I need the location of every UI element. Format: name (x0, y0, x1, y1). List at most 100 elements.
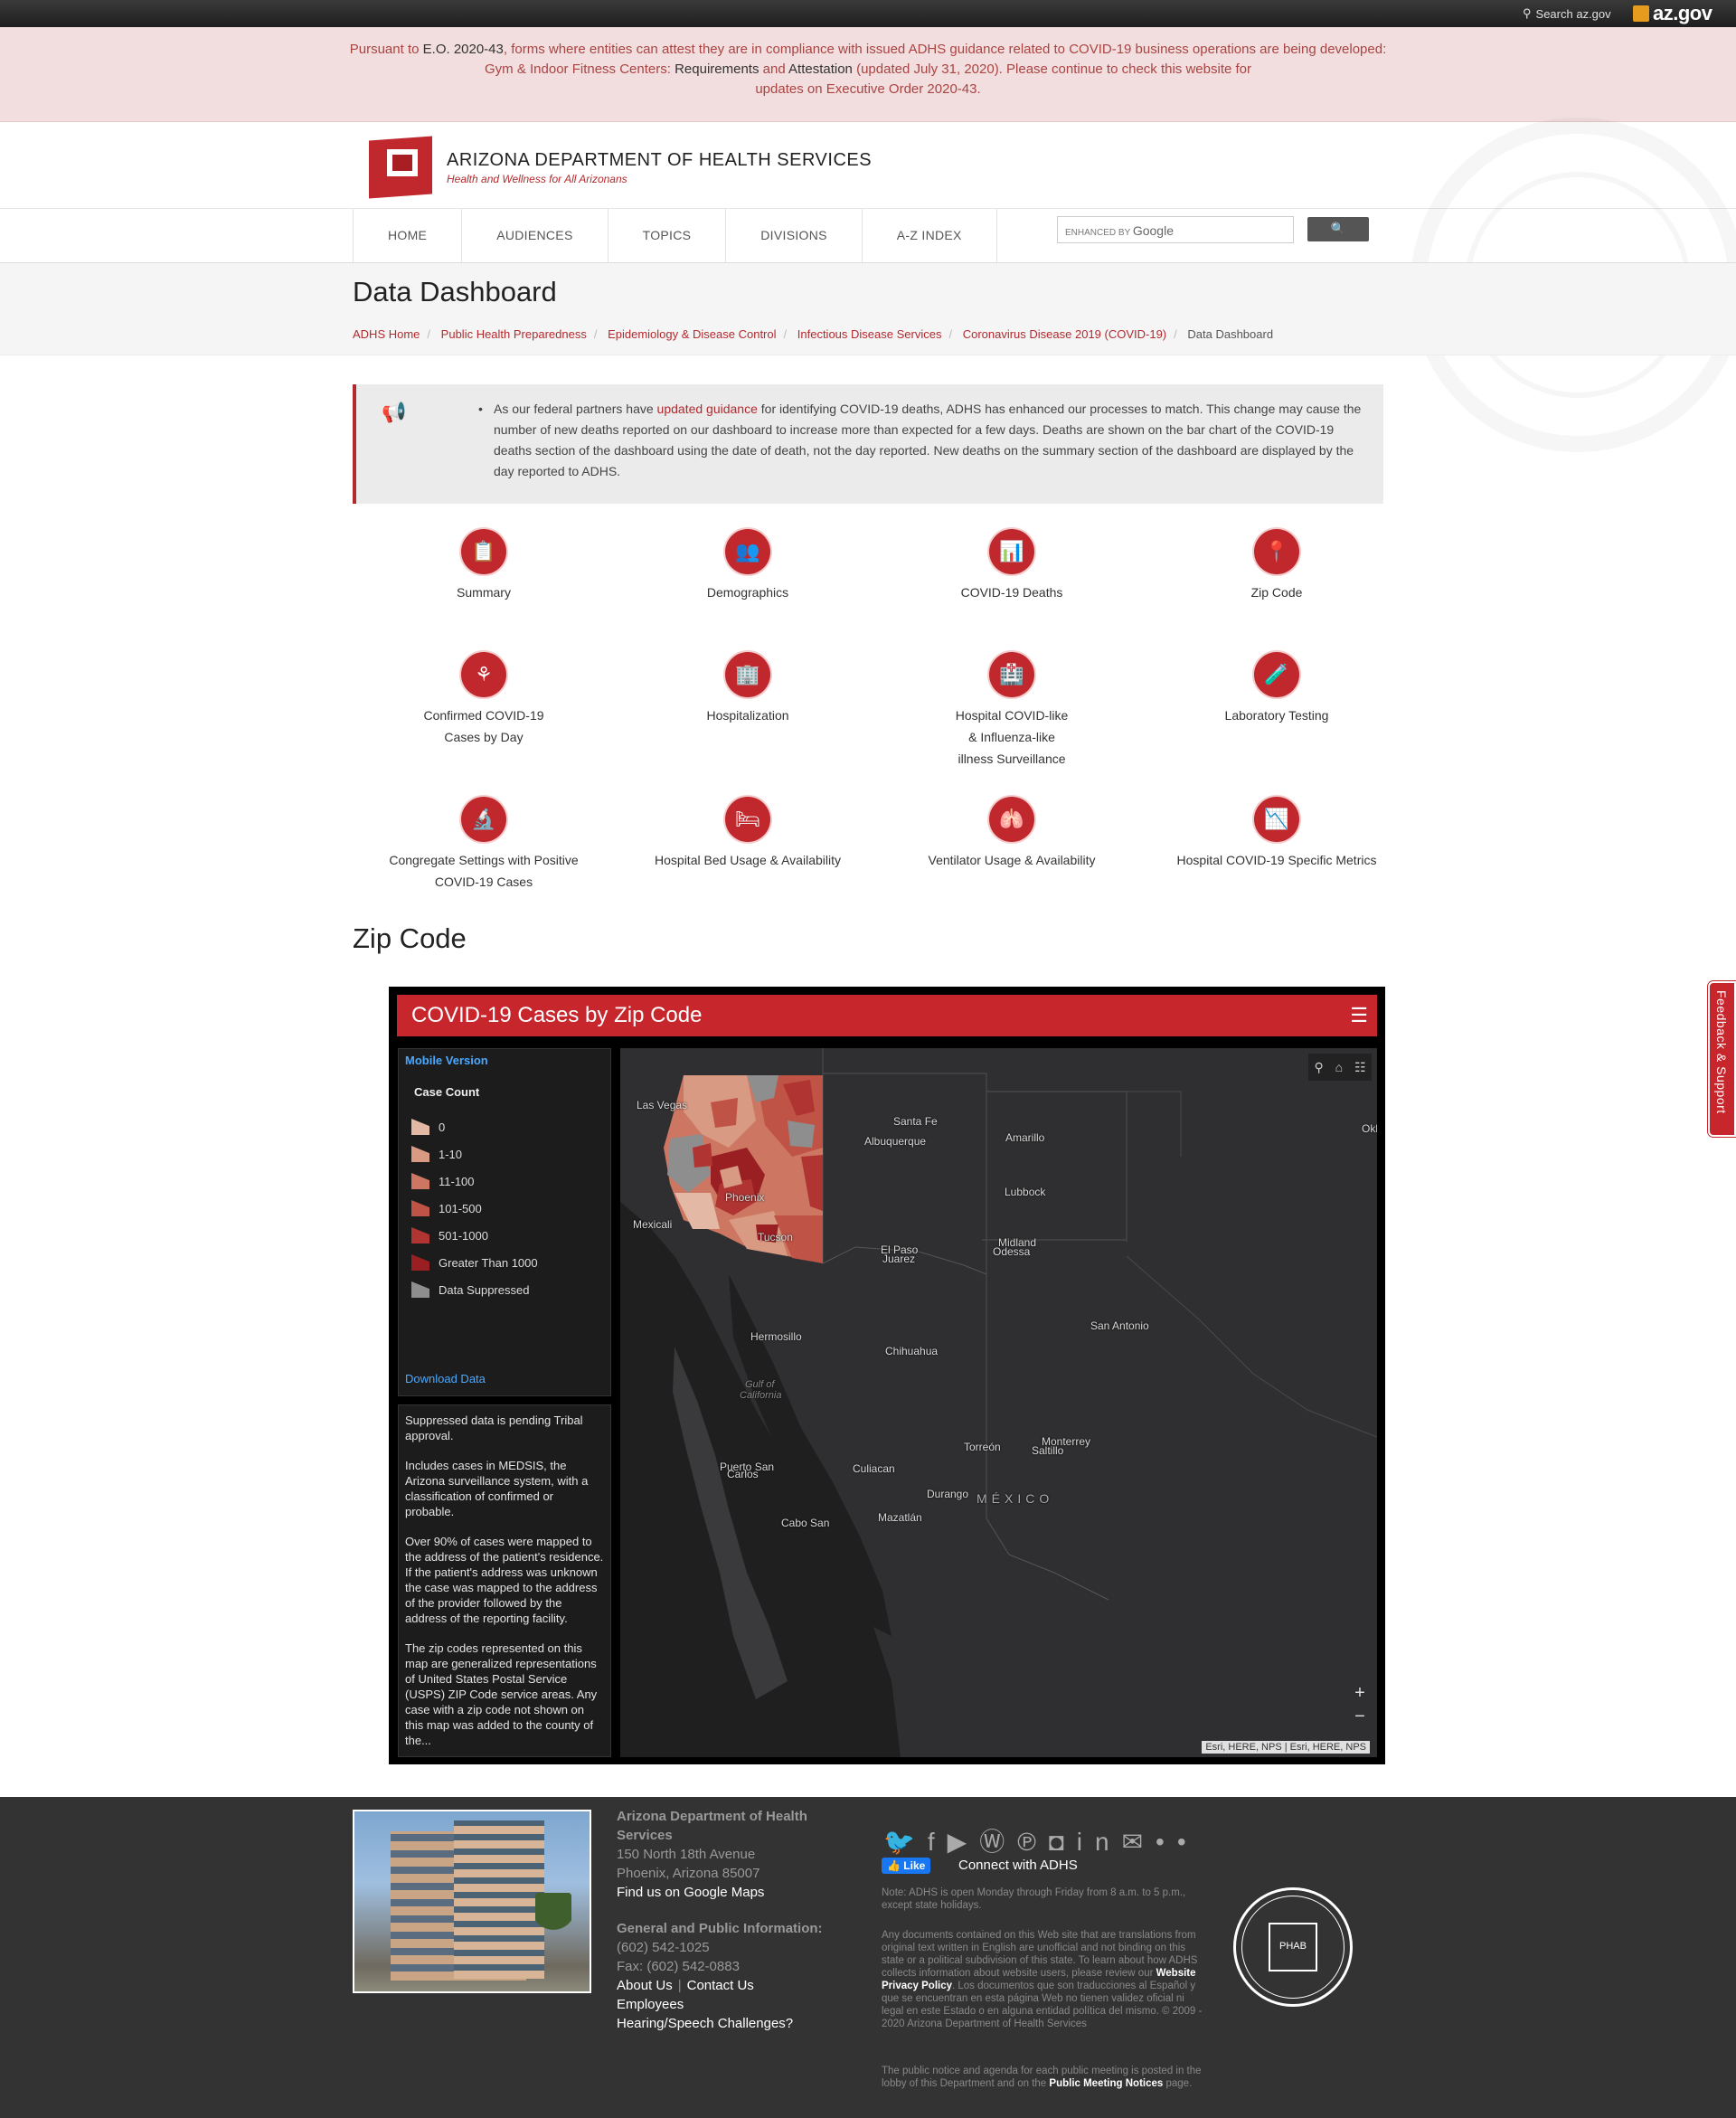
map-notes-panel[interactable]: Suppressed data is pending Tribal approv… (398, 1404, 611, 1757)
hospital-bed-icon: 🛏 (725, 797, 770, 842)
tile-covid-deaths[interactable]: 📊 COVID-19 Deaths (881, 529, 1143, 603)
footer-contact: Arizona Department of Health Services 15… (617, 1807, 834, 2033)
youtube-icon[interactable]: ▶ (948, 1828, 980, 1856)
breadcrumb-separator: / (948, 327, 953, 341)
tile-cases-by-day[interactable]: ⚘ Confirmed COVID-19 Cases by Day (353, 652, 615, 748)
linkedin-icon[interactable]: in (1077, 1828, 1122, 1856)
deaths-guidance-notice: 📢 As our federal partners have updated g… (353, 384, 1383, 504)
attestation-link[interactable]: Attestation (788, 61, 853, 77)
map-canvas[interactable]: ⚲ ⌂ ☷ Las Vegas Santa Fe Albuquerque Amari… (620, 1048, 1377, 1757)
zoom-out-button[interactable]: − (1350, 1705, 1370, 1728)
place-label: Odessa (993, 1245, 1031, 1258)
footer-address-line: 150 North 18th Avenue (617, 1847, 756, 1862)
search-icon[interactable]: ⚲ (1314, 1060, 1323, 1075)
tile-demographics[interactable]: 👥 Demographics (617, 529, 879, 603)
updated-guidance-link[interactable]: updated guidance (657, 402, 758, 416)
place-label: Phoenix (725, 1191, 765, 1204)
email-icon[interactable]: ✉ (1122, 1828, 1156, 1856)
place-label: Culiacan (853, 1462, 895, 1475)
zoom-in-button[interactable]: + (1350, 1681, 1370, 1705)
map-attribution: Esri, HERE, NPS | Esri, HERE, NPS (1202, 1741, 1370, 1754)
place-label: MÉXICO (976, 1491, 1054, 1506)
tile-hospitalization[interactable]: 🏢 Hospitalization (617, 652, 879, 726)
search-button[interactable]: 🔍 (1307, 217, 1369, 241)
tile-ventilator-usage[interactable]: 🫁 Ventilator Usage & Availability (881, 797, 1143, 871)
alert-line-3: updates on Executive Order 2020-43. (755, 81, 981, 97)
nav-topics[interactable]: TOPICS (609, 209, 727, 262)
place-label: Carlos (727, 1468, 759, 1480)
search-icon: ⚲ (1523, 6, 1532, 20)
tile-zip-code[interactable]: 📍 Zip Code (1146, 529, 1408, 603)
adhs-logo[interactable]: ARIZONA DEPARTMENT OF HEALTH SERVICES He… (365, 135, 872, 200)
top-bar: ⚲ Search az.gov az.gov (0, 0, 1736, 27)
tile-summary[interactable]: 📋 Summary (353, 529, 615, 603)
title-band: Data Dashboard ADHS Home / Public Health … (0, 263, 1736, 355)
site-footer: Arizona Department of Health Services 15… (0, 1797, 1736, 2118)
tile-label: Laboratory Testing (1224, 708, 1329, 723)
twitter-icon[interactable]: 🐦 (883, 1828, 928, 1856)
feedback-support-tab[interactable]: Feedback & Support (1708, 981, 1736, 1137)
tile-hospital-metrics[interactable]: 📉 Hospital COVID-19 Specific Metrics (1146, 797, 1408, 871)
pinterest-icon[interactable]: ℗ (1017, 1828, 1049, 1856)
public-meeting-note: The public notice and agenda for each pu… (882, 2065, 1203, 2090)
tile-congregate-settings[interactable]: 🔬 Congregate Settings with Positive COVID… (353, 797, 615, 893)
tile-ili-surveillance[interactable]: 🏥 Hospital COVID-like & Influenza-like il… (881, 652, 1143, 770)
legend-label: 0 (439, 1120, 446, 1134)
tile-bed-usage[interactable]: 🛏 Hospital Bed Usage & Availability (617, 797, 879, 871)
search-az-gov-link[interactable]: ⚲ Search az.gov (1523, 6, 1611, 21)
wordpress-icon[interactable]: Ⓦ (979, 1828, 1017, 1856)
download-data-link[interactable]: Download Data (405, 1372, 486, 1385)
site-search-input[interactable]: ENHANCED BY Google (1057, 216, 1294, 243)
home-icon[interactable]: ⌂ (1335, 1060, 1343, 1074)
legend-label: 101-500 (439, 1202, 482, 1215)
about-us-link[interactable]: About Us (617, 1978, 673, 1993)
alert-line-1: Pursuant to E.O. 2020-43, forms where en… (0, 40, 1736, 60)
nav-divisions[interactable]: DIVISIONS (726, 209, 863, 262)
nav-home[interactable]: HOME (354, 209, 463, 262)
breadcrumb-adhs-home[interactable]: ADHS Home (353, 327, 420, 341)
translation-disclaimer: Any documents contained on this Web site… (882, 1929, 1203, 2030)
list-icon[interactable]: ☷ (1354, 1060, 1366, 1075)
facebook-like-button[interactable]: 👍 Like (882, 1858, 931, 1874)
cases-network-icon: ⚘ (461, 652, 506, 697)
legend-label: 11-100 (439, 1175, 475, 1188)
breadcrumb-preparedness[interactable]: Public Health Preparedness (441, 327, 587, 341)
facebook-icon[interactable]: f (928, 1828, 948, 1856)
az-gov-logo[interactable]: az.gov (1633, 2, 1712, 25)
public-meeting-notices-link[interactable]: Public Meeting Notices (1049, 2078, 1163, 2089)
nav-audiences[interactable]: AUDIENCES (462, 209, 609, 262)
breadcrumb-separator: / (593, 327, 598, 341)
footer-separator: | (677, 1978, 682, 1993)
tile-label: Hospital COVID-19 Specific Metrics (1176, 853, 1377, 867)
hearing-speech-link[interactable]: Hearing/Speech Challenges? (617, 2014, 834, 2033)
note-zip-codes: The zip codes represented on this map ar… (405, 1641, 598, 1747)
requirements-link[interactable]: Requirements (675, 61, 759, 77)
google-maps-link[interactable]: Find us on Google Maps (617, 1883, 834, 1902)
breadcrumb: ADHS Home / Public Health Preparedness / E… (353, 327, 1273, 341)
legend-title: Case Count (414, 1085, 480, 1099)
place-label: Cabo San (781, 1517, 830, 1529)
breadcrumb-covid-19[interactable]: Coronavirus Disease 2019 (COVID-19) (963, 327, 1166, 341)
breadcrumb-epidemiology[interactable]: Epidemiology & Disease Control (608, 327, 776, 341)
tile-laboratory-testing[interactable]: 🧪 Laboratory Testing (1146, 652, 1408, 726)
flickr-icon[interactable]: •• (1156, 1828, 1199, 1856)
tile-label: Congregate Settings with Positive COVID-… (389, 853, 579, 889)
instagram-icon[interactable]: ◘ (1049, 1828, 1077, 1856)
contact-us-link[interactable]: Contact Us (687, 1978, 754, 1993)
zoom-controls: + − (1350, 1681, 1370, 1728)
eo-link[interactable]: E.O. 2020-43 (423, 42, 504, 57)
employees-link[interactable]: Employees (617, 1995, 834, 2014)
deaths-chart-icon: 📊 (989, 529, 1034, 574)
hamburger-menu-icon[interactable]: ☰ (1350, 995, 1368, 1036)
place-label: California (740, 1390, 782, 1401)
nav-a-z-index[interactable]: A-Z INDEX (863, 209, 997, 262)
place-label: Mexicali (633, 1218, 673, 1231)
mobile-version-link[interactable]: Mobile Version (405, 1054, 488, 1067)
breadcrumb-infectious-disease[interactable]: Infectious Disease Services (797, 327, 942, 341)
place-label: Oklahoma (1362, 1122, 1377, 1135)
zip-code-map-embed: COVID-19 Cases by Zip Code ☰ Mobile Vers… (389, 987, 1385, 1764)
search-az-gov-label: Search az.gov (1535, 6, 1611, 21)
notice-text: As our federal partners have updated gui… (478, 399, 1371, 482)
legend-label: 501-1000 (439, 1229, 488, 1243)
legend-item: Greater Than 1000 (411, 1254, 538, 1272)
